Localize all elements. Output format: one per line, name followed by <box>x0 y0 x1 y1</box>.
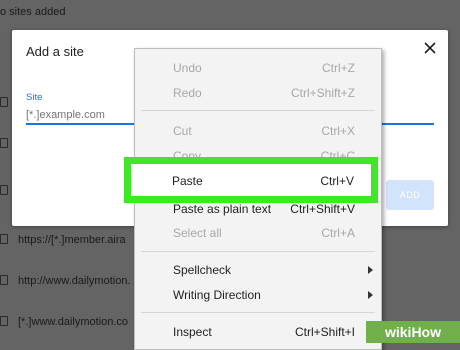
chevron-right-icon <box>368 291 373 299</box>
menu-item-paste[interactable]: Paste Ctrl+V <box>134 171 380 191</box>
menu-item-label: Paste as plain text <box>173 202 272 216</box>
site-label: Site <box>26 92 43 103</box>
file-icon <box>0 316 8 326</box>
menu-separator <box>141 312 375 313</box>
menu-item-shortcut: Ctrl+Z <box>322 61 355 75</box>
no-sites-text: o sites added <box>0 6 66 18</box>
watermark-logo: wikiHow <box>366 321 460 343</box>
menu-item-label: Spellcheck <box>173 263 232 277</box>
site-entry[interactable]: https://[*.]member.aira <box>18 234 126 246</box>
menu-item-label: Redo <box>173 86 202 100</box>
menu-item-label: Cut <box>173 124 192 138</box>
menu-item-label: Inspect <box>173 325 212 339</box>
menu-item-shortcut: Ctrl+Shift+V <box>290 202 355 216</box>
menu-item-label: Writing Direction <box>173 288 261 302</box>
menu-item-label: Undo <box>173 61 202 75</box>
dialog-title: Add a site <box>26 44 84 59</box>
menu-item-shortcut: Ctrl+Shift+I <box>294 325 355 339</box>
site-entry[interactable]: [*.]www.dailymotion.co <box>18 316 128 328</box>
menu-item-shortcut: Ctrl+A <box>321 226 355 240</box>
file-icon <box>0 138 8 148</box>
menu-item-cut[interactable]: Cut Ctrl+X <box>135 121 381 141</box>
menu-item-label: Paste <box>172 174 203 188</box>
file-icon <box>0 185 8 195</box>
close-icon[interactable] <box>422 40 438 56</box>
site-entry[interactable]: http://www.dailymotion. <box>18 275 131 287</box>
file-icon <box>0 234 8 244</box>
menu-item-redo[interactable]: Redo Ctrl+Shift+Z <box>135 83 381 103</box>
menu-item-undo[interactable]: Undo Ctrl+Z <box>135 58 381 78</box>
menu-item-spellcheck[interactable]: Spellcheck <box>135 260 381 280</box>
menu-separator <box>141 110 375 111</box>
menu-item-shortcut: Ctrl+V <box>320 174 354 188</box>
file-icon <box>0 97 8 107</box>
menu-item-writing-direction[interactable]: Writing Direction <box>135 285 381 305</box>
menu-item-inspect[interactable]: Inspect Ctrl+Shift+I <box>135 322 381 342</box>
menu-separator <box>141 251 375 252</box>
chevron-right-icon <box>368 266 373 274</box>
menu-item-shortcut: Ctrl+Shift+Z <box>290 86 355 100</box>
file-icon <box>0 275 8 285</box>
add-button[interactable]: ADD <box>386 180 434 210</box>
menu-item-label: Select all <box>173 226 222 240</box>
menu-item-select-all[interactable]: Select all Ctrl+A <box>135 223 381 243</box>
menu-item-shortcut: Ctrl+X <box>321 124 355 138</box>
